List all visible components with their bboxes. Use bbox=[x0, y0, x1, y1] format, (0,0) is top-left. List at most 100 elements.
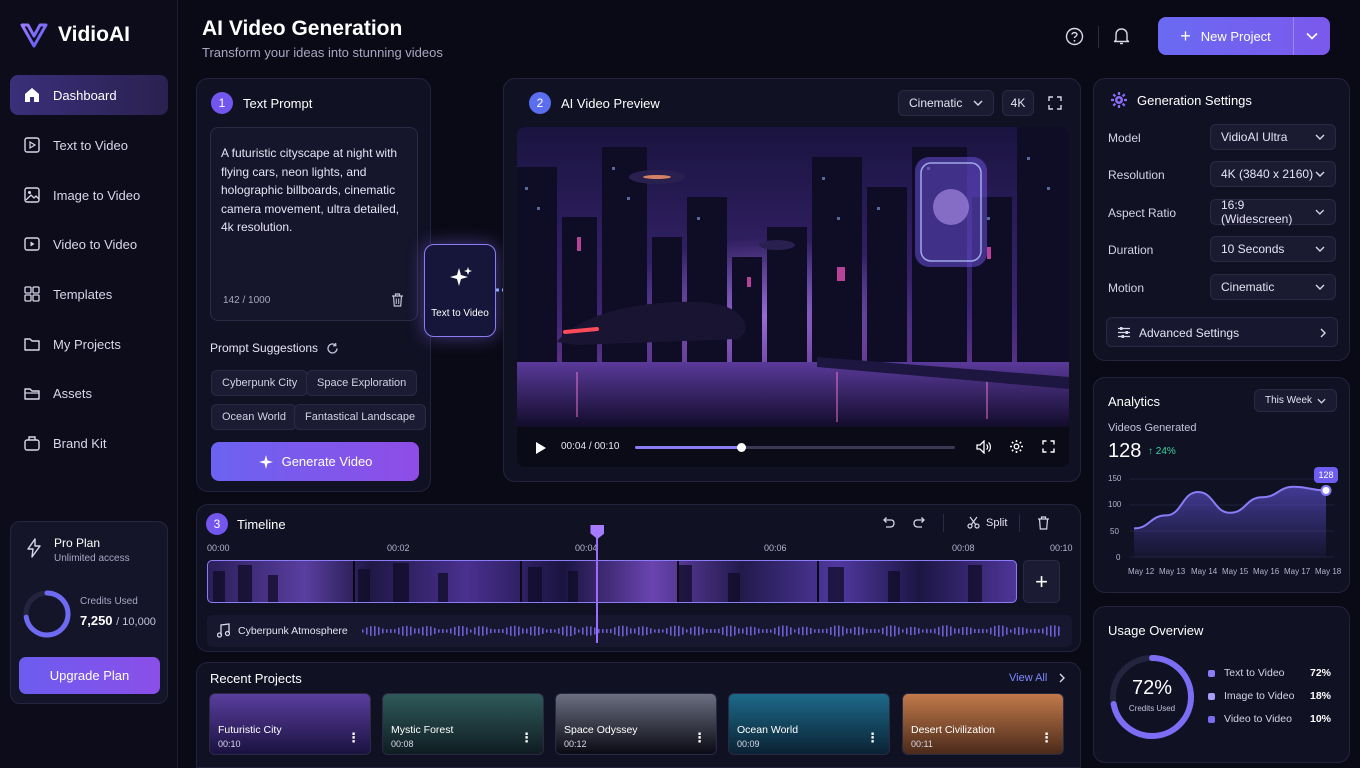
video-scrubber[interactable] bbox=[635, 443, 955, 452]
prompt-textarea[interactable]: A futuristic cityscape at night with fly… bbox=[210, 127, 418, 321]
audio-label: Cyberpunk Atmosphere bbox=[238, 625, 348, 637]
duration-select[interactable]: 10 Seconds bbox=[1210, 236, 1336, 262]
usage-legend-item: Text to Video 72% bbox=[1208, 667, 1331, 679]
sidebar-item-my-projects[interactable]: My Projects bbox=[10, 324, 168, 364]
advanced-settings-row[interactable]: Advanced Settings bbox=[1106, 317, 1338, 347]
suggestion-chip[interactable]: Fantastical Landscape bbox=[294, 404, 427, 430]
play-icon[interactable] bbox=[535, 441, 547, 455]
undo-icon[interactable] bbox=[881, 516, 895, 529]
select-value: 4K (3840 x 2160) bbox=[1221, 167, 1314, 181]
advanced-settings-label: Advanced Settings bbox=[1139, 326, 1240, 340]
sidebar-item-label: Assets bbox=[53, 385, 93, 401]
settings-gear-icon[interactable] bbox=[1009, 439, 1024, 454]
sidebar-item-brand-kit[interactable]: Brand Kit bbox=[10, 423, 168, 463]
assets-icon bbox=[24, 388, 40, 400]
legend-value: 18% bbox=[1310, 690, 1332, 702]
quality-badge[interactable]: 4K bbox=[1002, 90, 1034, 116]
logo[interactable]: VidioAI bbox=[20, 22, 130, 48]
scrubber-handle[interactable] bbox=[736, 443, 746, 452]
legend-swatch bbox=[1208, 715, 1215, 723]
brand-kit-icon bbox=[24, 436, 40, 451]
audio-track[interactable]: Cyberpunk Atmosphere bbox=[207, 615, 1072, 647]
more-options-icon[interactable]: ⋮ bbox=[347, 730, 360, 746]
audio-waveform bbox=[362, 625, 1060, 637]
timeline-header: 3 Timeline bbox=[206, 513, 286, 535]
legend-label: Video to Video bbox=[1224, 713, 1292, 725]
fullscreen-icon[interactable] bbox=[1042, 440, 1055, 453]
x-tick-label: May 15 bbox=[1222, 567, 1249, 576]
select-value: VidioAI Ultra bbox=[1221, 130, 1288, 144]
project-card[interactable]: Space Odyssey 00:12 ⋮ bbox=[555, 693, 717, 755]
split-button[interactable]: Split bbox=[967, 516, 1007, 529]
suggestion-chip[interactable]: Cyberpunk City bbox=[211, 370, 309, 396]
suggestion-chip[interactable]: Space Exploration bbox=[306, 370, 418, 396]
more-options-icon[interactable]: ⋮ bbox=[520, 730, 533, 746]
folder-icon bbox=[24, 338, 40, 351]
more-options-icon[interactable]: ⋮ bbox=[693, 730, 706, 746]
usage-percent-label: Credits Used bbox=[1128, 704, 1176, 713]
scissors-icon bbox=[967, 516, 980, 529]
playhead-handle[interactable] bbox=[590, 525, 605, 539]
sidebar-item-assets[interactable]: Assets bbox=[10, 373, 168, 413]
preview-title: AI Video Preview bbox=[561, 95, 660, 111]
plan-subtitle: Unlimited access bbox=[54, 553, 130, 564]
new-project-button[interactable]: + New Project bbox=[1158, 17, 1330, 55]
trash-icon[interactable] bbox=[1037, 516, 1050, 530]
toolbar-divider bbox=[943, 514, 944, 532]
bell-icon[interactable] bbox=[1112, 26, 1131, 46]
current-time: 00:04 bbox=[561, 441, 587, 452]
chevron-down-icon bbox=[1306, 32, 1318, 40]
project-card[interactable]: Ocean World 00:09 ⋮ bbox=[728, 693, 890, 755]
legend-swatch bbox=[1208, 669, 1215, 677]
volume-icon[interactable] bbox=[976, 440, 992, 454]
setting-label: Duration bbox=[1108, 243, 1154, 257]
sidebar-item-label: Templates bbox=[53, 286, 113, 302]
more-options-icon[interactable]: ⋮ bbox=[1040, 730, 1053, 746]
timeline-tick: 00:02 bbox=[387, 543, 410, 553]
project-card[interactable]: Desert Civilization 00:11 ⋮ bbox=[902, 693, 1064, 755]
legend-value: 72% bbox=[1310, 667, 1332, 679]
style-select[interactable]: Cinematic bbox=[898, 90, 994, 116]
char-count: 142 / 1000 bbox=[223, 295, 271, 306]
sidebar-item-text-to-video[interactable]: Text to Video bbox=[10, 125, 168, 165]
help-icon[interactable] bbox=[1065, 27, 1084, 46]
timeline-title: Timeline bbox=[237, 516, 286, 532]
upgrade-plan-button[interactable]: Upgrade Plan bbox=[19, 657, 160, 694]
usage-title: Usage Overview bbox=[1108, 623, 1204, 638]
motion-select[interactable]: Cinematic bbox=[1210, 274, 1336, 300]
sidebar-item-templates[interactable]: Templates bbox=[10, 274, 168, 314]
view-all-link[interactable]: View All bbox=[1009, 672, 1066, 684]
project-card[interactable]: Mystic Forest 00:08 ⋮ bbox=[382, 693, 544, 755]
project-duration: 00:08 bbox=[391, 739, 414, 749]
sparkle-icon bbox=[450, 267, 472, 286]
project-card[interactable]: Futuristic City 00:10 ⋮ bbox=[209, 693, 371, 755]
sidebar-item-dashboard[interactable]: Dashboard bbox=[10, 75, 168, 115]
resolution-select[interactable]: 4K (3840 x 2160) bbox=[1210, 161, 1336, 187]
video-controls: 00:04 / 00:10 bbox=[517, 427, 1069, 467]
sidebar-item-video-to-video[interactable]: Video to Video bbox=[10, 224, 168, 264]
playhead[interactable] bbox=[590, 525, 605, 643]
add-clip-button[interactable]: + bbox=[1023, 560, 1060, 603]
generate-video-button[interactable]: Generate Video bbox=[211, 442, 419, 481]
credits-total: / 10,000 bbox=[116, 616, 156, 628]
refresh-icon[interactable] bbox=[326, 342, 339, 355]
aspect-ratio-select[interactable]: 16:9 (Widescreen) bbox=[1210, 198, 1336, 226]
model-select[interactable]: VidioAI Ultra bbox=[1210, 124, 1336, 150]
project-name: Futuristic City bbox=[218, 724, 282, 736]
recent-title: Recent Projects bbox=[210, 671, 302, 686]
trash-icon[interactable] bbox=[391, 293, 404, 307]
new-project-dropdown[interactable] bbox=[1294, 32, 1330, 40]
prompt-header: 1 Text Prompt bbox=[211, 92, 312, 114]
generation-settings-card: Generation Settings Model VidioAI Ultra … bbox=[1093, 78, 1350, 361]
suggestion-chip[interactable]: Ocean World bbox=[211, 404, 297, 430]
sidebar-item-image-to-video[interactable]: Image to Video bbox=[10, 175, 168, 215]
x-tick-label: May 12 bbox=[1128, 567, 1155, 576]
more-options-icon[interactable]: ⋮ bbox=[866, 730, 879, 746]
prompt-suggestions-header: Prompt Suggestions bbox=[210, 341, 339, 355]
new-project-main[interactable]: + New Project bbox=[1158, 17, 1294, 55]
video-player[interactable]: 00:04 / 00:10 bbox=[517, 127, 1069, 467]
redo-icon[interactable] bbox=[913, 516, 927, 529]
video-clip-track[interactable] bbox=[207, 560, 1017, 603]
chevron-down-icon bbox=[1315, 284, 1325, 290]
fullscreen-icon[interactable] bbox=[1048, 96, 1062, 110]
